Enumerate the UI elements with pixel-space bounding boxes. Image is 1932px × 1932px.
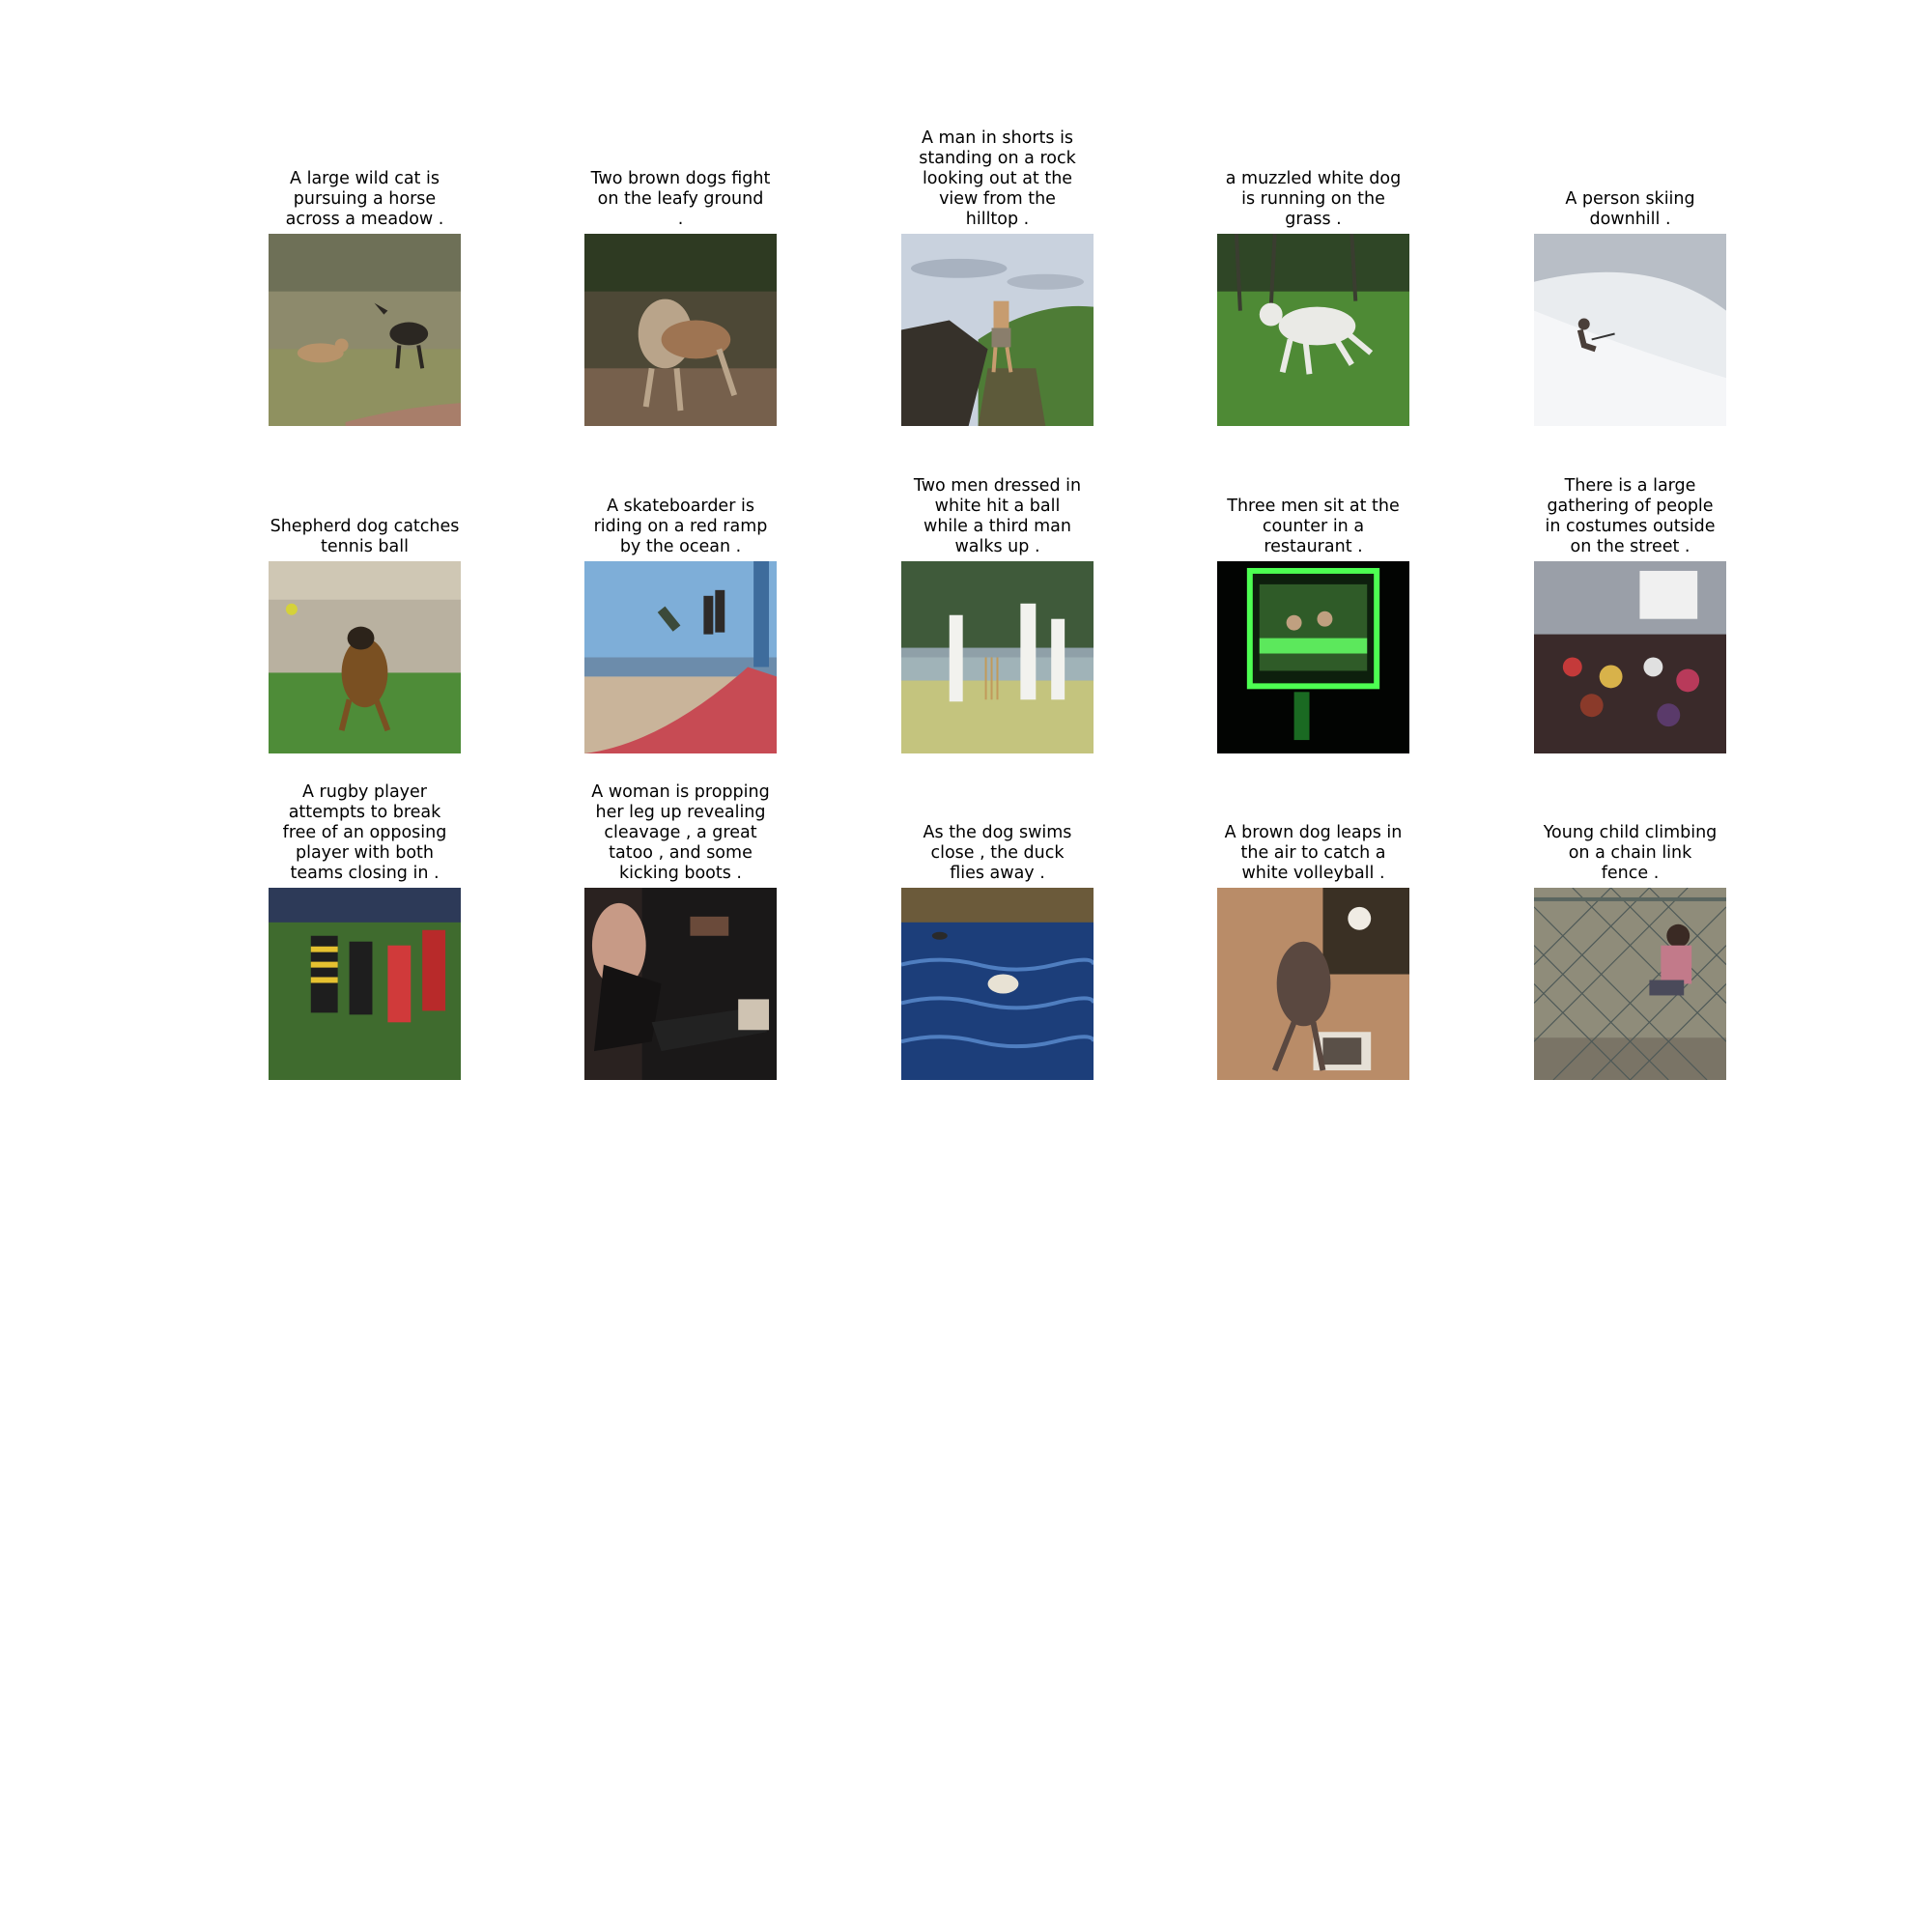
image-caption: A woman is propping her leg up revealing… [591,782,770,883]
image-caption: a muzzled white dog is running on the gr… [1225,169,1402,229]
grid-item: A man in shorts is standing on a rock lo… [901,128,1094,426]
image-caption: A large wild cat is pursuing a horse acr… [285,169,444,229]
image-caption: Young child climbing on a chain link fen… [1543,823,1718,883]
grid-item: Young child climbing on a chain link fen… [1534,823,1726,1080]
thumbnail-two-greyhounds [584,234,777,426]
grid-item: A person skiing downhill . [1534,189,1726,426]
thumbnail-child-fence [1534,888,1726,1080]
image-caption: A person skiing downhill . [1565,189,1695,229]
thumbnail-cricket-players [901,561,1094,753]
grid-item: Three men sit at the counter in a restau… [1217,497,1409,753]
grid-item: Shepherd dog catches tennis ball [269,517,461,753]
thumbnail-rugby-match [269,888,461,1080]
grid-item: A brown dog leaps in the air to catch a … [1217,823,1409,1080]
grid-item: A large wild cat is pursuing a horse acr… [269,169,461,426]
image-caption: A skateboarder is riding on a red ramp b… [593,497,768,556]
grid-item: Two men dressed in white hit a ball whil… [901,476,1094,753]
thumbnail-man-on-rock [901,234,1094,426]
thumbnail-skier-snow [1534,234,1726,426]
thumbnail-shepherd-dog [269,561,461,753]
image-caption: A brown dog leaps in the air to catch a … [1224,823,1403,883]
thumbnail-white-dog-grass [1217,234,1409,426]
grid-item: As the dog swims close , the duck flies … [901,823,1094,1080]
grid-item: There is a large gathering of people in … [1534,476,1726,753]
grid-item: A skateboarder is riding on a red ramp b… [584,497,777,753]
thumbnail-skate-ramp [584,561,777,753]
thumbnail-dog-leaping [1217,888,1409,1080]
image-caption: A man in shorts is standing on a rock lo… [919,128,1076,229]
thumbnail-dog-swimming [901,888,1094,1080]
image-caption: Shepherd dog catches tennis ball [270,517,460,556]
image-caption: Three men sit at the counter in a restau… [1227,497,1400,556]
image-caption: A rugby player attempts to break free of… [282,782,447,883]
image-caption: Two men dressed in white hit a ball whil… [913,476,1082,556]
thumbnail-green-lit-window [1217,561,1409,753]
image-caption: Two brown dogs fight on the leafy ground… [590,169,771,229]
image-caption: There is a large gathering of people in … [1545,476,1716,556]
image-caption: As the dog swims close , the duck flies … [923,823,1072,883]
thumbnail-costume-crowd [1534,561,1726,753]
grid-item: A rugby player attempts to break free of… [269,782,461,1080]
thumbnail-woman-boots [584,888,777,1080]
thumbnail-lion-chasing-wildebeest [269,234,461,426]
grid-item: Two brown dogs fight on the leafy ground… [584,169,777,426]
grid-item: A woman is propping her leg up revealing… [584,782,777,1080]
grid-item: a muzzled white dog is running on the gr… [1217,169,1409,426]
